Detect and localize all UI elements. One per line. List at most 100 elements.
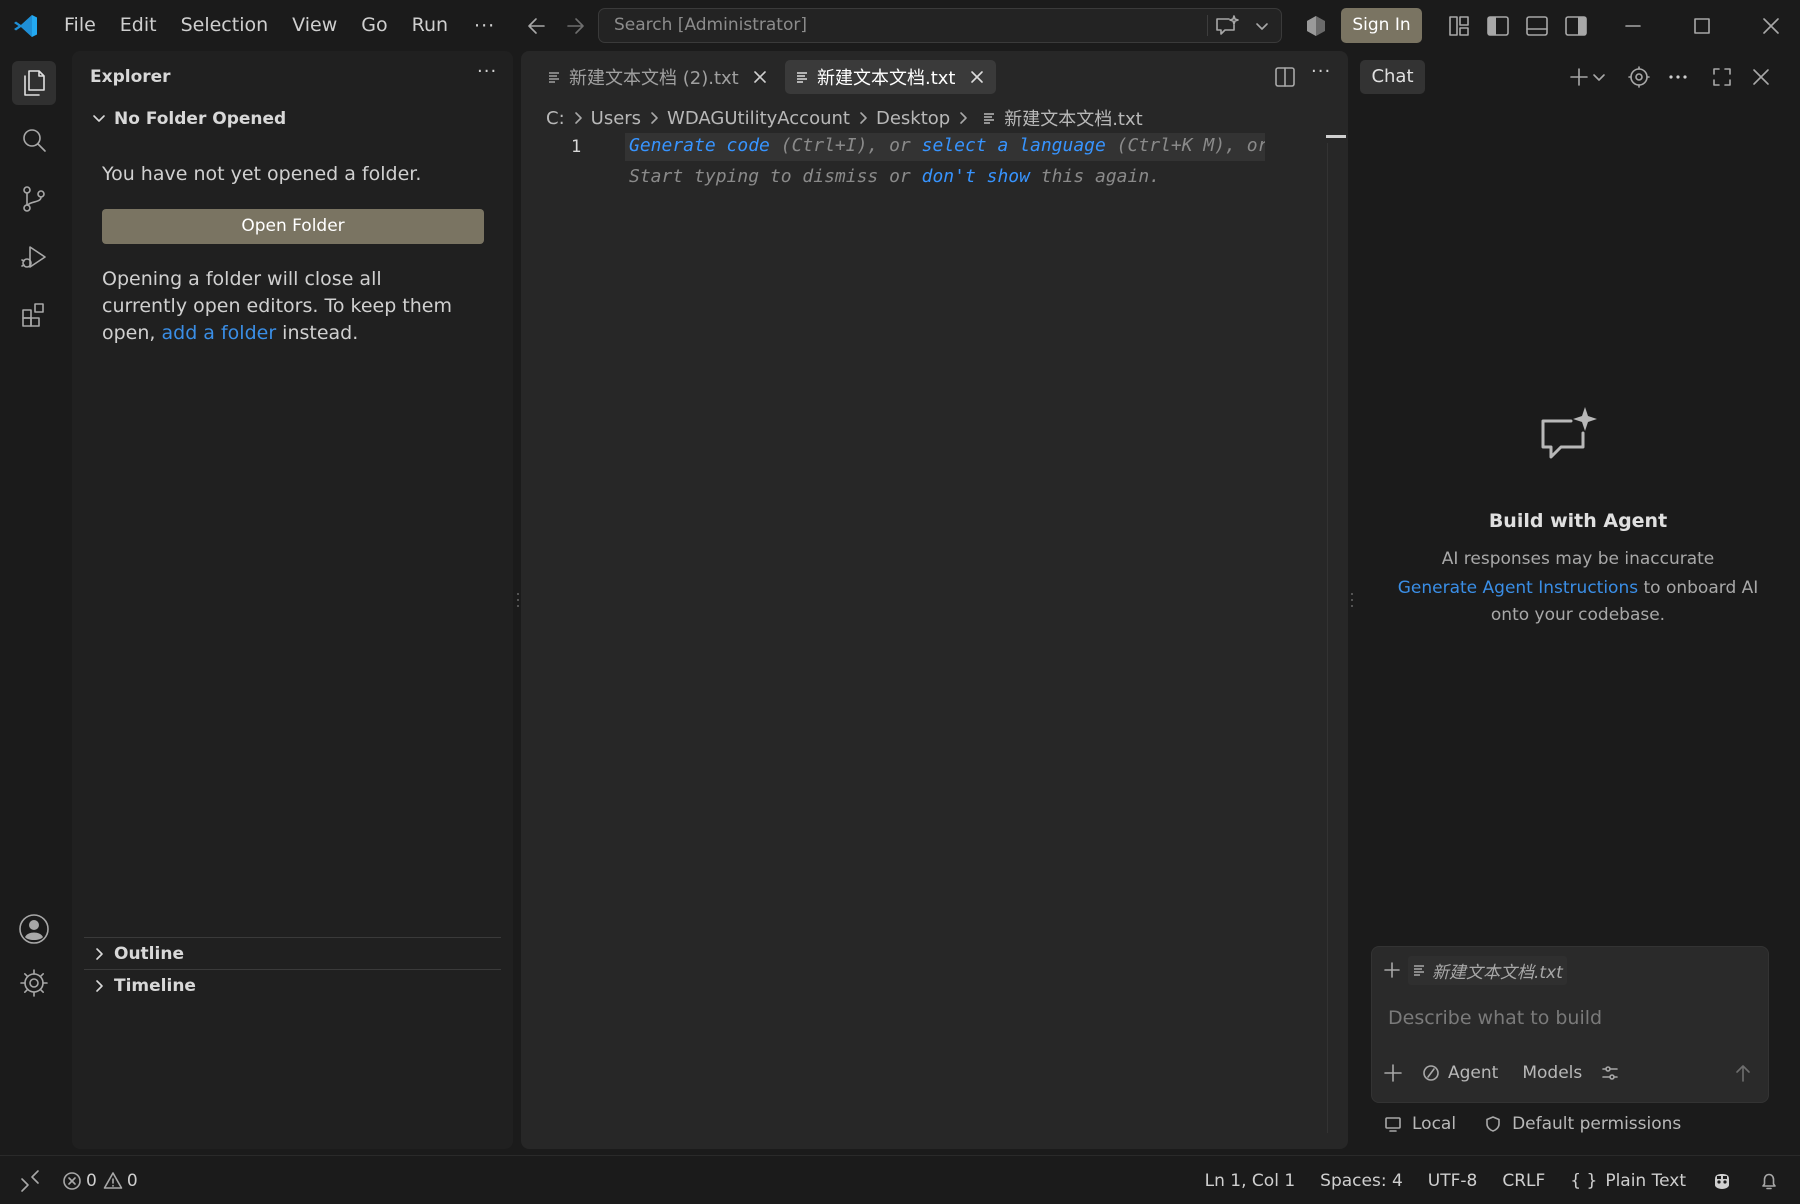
breadcrumb-item[interactable]: 新建文本文档.txt bbox=[1004, 105, 1143, 131]
session-location[interactable]: Local bbox=[1412, 1114, 1456, 1134]
permissions-setting[interactable]: Default permissions bbox=[1512, 1114, 1681, 1134]
account-icon[interactable] bbox=[12, 907, 56, 951]
chat-input-box[interactable]: 新建文本文档.txt Describe what to build Agent … bbox=[1371, 946, 1769, 1103]
close-icon[interactable] bbox=[1748, 64, 1774, 90]
copilot-status-icon[interactable] bbox=[1711, 1170, 1733, 1192]
arrow-right-icon[interactable] bbox=[562, 13, 588, 39]
menu-go[interactable]: Go bbox=[349, 0, 399, 51]
agent-info-text: Generate Agent Instructions to onboard A… bbox=[1392, 575, 1764, 629]
chat-input-placeholder[interactable]: Describe what to build bbox=[1388, 1007, 1602, 1029]
command-center-search[interactable]: Search [Administrator] bbox=[598, 8, 1282, 43]
section-title: No Folder Opened bbox=[114, 109, 287, 129]
extensions-icon[interactable] bbox=[12, 293, 56, 337]
outline-section-header[interactable]: Outline bbox=[84, 937, 501, 969]
sidebar-resize-handle[interactable] bbox=[516, 590, 520, 610]
maximize-icon[interactable] bbox=[1689, 13, 1715, 39]
select-language-link[interactable]: select a language bbox=[922, 135, 1106, 156]
maximize-panel-icon[interactable] bbox=[1709, 64, 1735, 90]
source-control-icon[interactable] bbox=[12, 177, 56, 221]
explorer-files-icon[interactable] bbox=[12, 61, 56, 105]
chat-resize-handle[interactable] bbox=[1350, 590, 1354, 610]
breadcrumb-item[interactable]: C: bbox=[546, 108, 565, 129]
explorer-sidebar: Explorer ··· No Folder Opened You have n… bbox=[72, 51, 513, 1149]
minimize-icon[interactable] bbox=[1620, 13, 1646, 39]
menu-file[interactable]: File bbox=[52, 0, 108, 51]
chat-sparkle-icon bbox=[1535, 403, 1603, 465]
chat-sparkle-icon[interactable] bbox=[1214, 14, 1240, 38]
eol-setting[interactable]: CRLF bbox=[1502, 1171, 1545, 1191]
editor-scrollbar[interactable] bbox=[1327, 143, 1328, 1133]
send-arrow-up-icon[interactable] bbox=[1732, 1062, 1754, 1084]
arrow-left-icon[interactable] bbox=[524, 13, 550, 39]
agent-disclaimer: AI responses may be inaccurate bbox=[1441, 549, 1715, 569]
close-icon[interactable] bbox=[751, 68, 769, 86]
breadcrumb-item[interactable]: Users bbox=[591, 108, 641, 129]
hint-text: this again. bbox=[1029, 166, 1161, 187]
add-context-icon[interactable] bbox=[1382, 960, 1402, 980]
chevron-down-icon[interactable] bbox=[1590, 64, 1608, 90]
encoding-setting[interactable]: UTF-8 bbox=[1428, 1171, 1478, 1191]
chat-tab[interactable]: Chat bbox=[1360, 60, 1425, 94]
breadcrumb-item[interactable]: Desktop bbox=[876, 108, 950, 129]
menu-selection[interactable]: Selection bbox=[169, 0, 281, 51]
menu-run[interactable]: Run bbox=[400, 0, 460, 51]
sign-in-button[interactable]: Sign In bbox=[1341, 8, 1422, 43]
timeline-section-header[interactable]: Timeline bbox=[84, 969, 501, 1001]
editor-tab[interactable]: 新建文本文档 (2).txt bbox=[537, 60, 779, 94]
hint-text: Start typing to dismiss or bbox=[629, 166, 922, 187]
hint-text: (Ctrl+I), or bbox=[769, 135, 922, 156]
configure-tools-icon[interactable] bbox=[1600, 1063, 1620, 1083]
run-debug-icon[interactable] bbox=[12, 235, 56, 279]
explorer-more-button[interactable]: ··· bbox=[477, 61, 497, 82]
new-chat-plus-icon[interactable] bbox=[1566, 64, 1592, 90]
empty-editor-hint-line1: Generate code (Ctrl+I), or select a lang… bbox=[625, 133, 1265, 161]
remote-window-icon[interactable] bbox=[18, 1169, 42, 1193]
no-folder-section-header[interactable]: No Folder Opened bbox=[90, 109, 286, 129]
agent-mode-label[interactable]: Agent bbox=[1448, 1063, 1498, 1083]
chevron-down-icon[interactable] bbox=[1253, 17, 1271, 35]
explorer-title: Explorer bbox=[90, 67, 171, 87]
copilot-icon[interactable] bbox=[1303, 13, 1329, 39]
open-folder-button[interactable]: Open Folder bbox=[102, 209, 484, 244]
gear-icon[interactable] bbox=[1626, 64, 1652, 90]
close-window-icon[interactable] bbox=[1758, 13, 1784, 39]
error-count: 0 bbox=[86, 1170, 97, 1191]
editor-tab-active[interactable]: 新建文本文档.txt bbox=[785, 60, 996, 94]
language-mode[interactable]: { } Plain Text bbox=[1570, 1171, 1686, 1191]
language-label: Plain Text bbox=[1605, 1170, 1686, 1191]
generate-code-link[interactable]: Generate code bbox=[629, 135, 770, 156]
breadcrumb: C: Users WDAGUtilityAccount Desktop 新建文本… bbox=[546, 104, 1143, 132]
outline-label: Outline bbox=[114, 943, 184, 964]
close-icon[interactable] bbox=[968, 68, 986, 86]
split-editor-icon[interactable] bbox=[1273, 65, 1297, 89]
generate-agent-instructions-link[interactable]: Generate Agent Instructions bbox=[1398, 578, 1638, 598]
models-picker[interactable]: Models bbox=[1522, 1063, 1582, 1083]
customize-layout-icon[interactable] bbox=[1446, 13, 1472, 39]
context-file-name: 新建文本文档.txt bbox=[1432, 962, 1563, 983]
divider bbox=[1207, 15, 1208, 36]
breadcrumb-item[interactable]: WDAGUtilityAccount bbox=[667, 108, 850, 129]
chevron-down-icon bbox=[93, 115, 105, 122]
menu-view[interactable]: View bbox=[280, 0, 349, 51]
attach-plus-icon[interactable] bbox=[1382, 1062, 1404, 1084]
warning-count: 0 bbox=[126, 1170, 138, 1191]
toggle-secondary-sidebar-icon[interactable] bbox=[1563, 13, 1589, 39]
more-actions-icon[interactable] bbox=[1665, 64, 1691, 90]
dont-show-link[interactable]: don't show bbox=[922, 166, 1030, 187]
context-file-chip[interactable]: 新建文本文档.txt bbox=[1408, 955, 1567, 985]
indentation-setting[interactable]: Spaces: 4 bbox=[1320, 1171, 1403, 1191]
menu-edit[interactable]: Edit bbox=[108, 0, 169, 51]
gear-icon[interactable] bbox=[12, 961, 56, 1005]
editor-more-button[interactable]: ··· bbox=[1311, 61, 1331, 82]
bell-icon[interactable] bbox=[1758, 1170, 1780, 1192]
chat-input-toolbar: Agent Models bbox=[1382, 1057, 1760, 1089]
toggle-panel-icon[interactable] bbox=[1524, 13, 1550, 39]
menu-more-button[interactable]: ··· bbox=[460, 15, 509, 37]
toggle-primary-sidebar-icon[interactable] bbox=[1485, 13, 1511, 39]
cursor-position[interactable]: Ln 1, Col 1 bbox=[1205, 1171, 1296, 1191]
add-folder-link[interactable]: add a folder bbox=[162, 322, 277, 344]
monitor-icon bbox=[1385, 1117, 1401, 1132]
tab-label: 新建文本文档 (2).txt bbox=[569, 68, 739, 89]
search-icon[interactable] bbox=[12, 119, 56, 163]
problems-indicator[interactable]: 0 0 bbox=[62, 1156, 138, 1204]
